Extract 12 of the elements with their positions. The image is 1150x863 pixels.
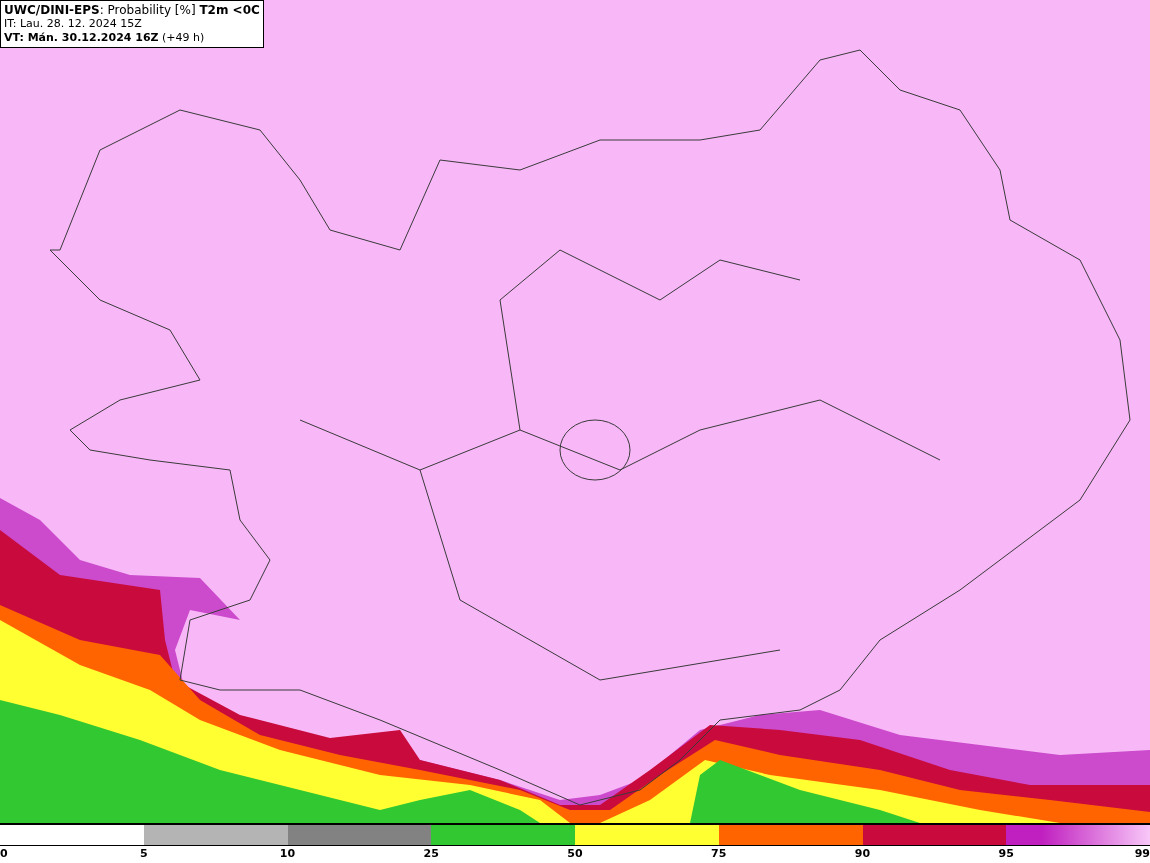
legend-tick-label: 10 <box>279 847 296 861</box>
legend-tick-label: 0 <box>0 847 8 861</box>
legend-tick-label: 50 <box>567 847 583 861</box>
legend-tick-label: 90 <box>854 847 871 861</box>
valid-time-text: VT: Mán. 30.12.2024 16Z (+49 h) <box>4 31 206 45</box>
legend-tick-label: 5 <box>139 847 148 861</box>
map-title: UWC/DINI-EPS: Probability [%] T2m <0C <box>4 3 260 17</box>
legend-tick-label: 99 <box>1134 847 1150 861</box>
legend-tick-label: 75 <box>711 847 727 861</box>
legend-tick-label: 95 <box>998 847 1014 861</box>
legend-tick-label: 25 <box>423 847 439 861</box>
init-time-text: IT: Lau. 28. 12. 2024 15Z <box>4 17 143 31</box>
